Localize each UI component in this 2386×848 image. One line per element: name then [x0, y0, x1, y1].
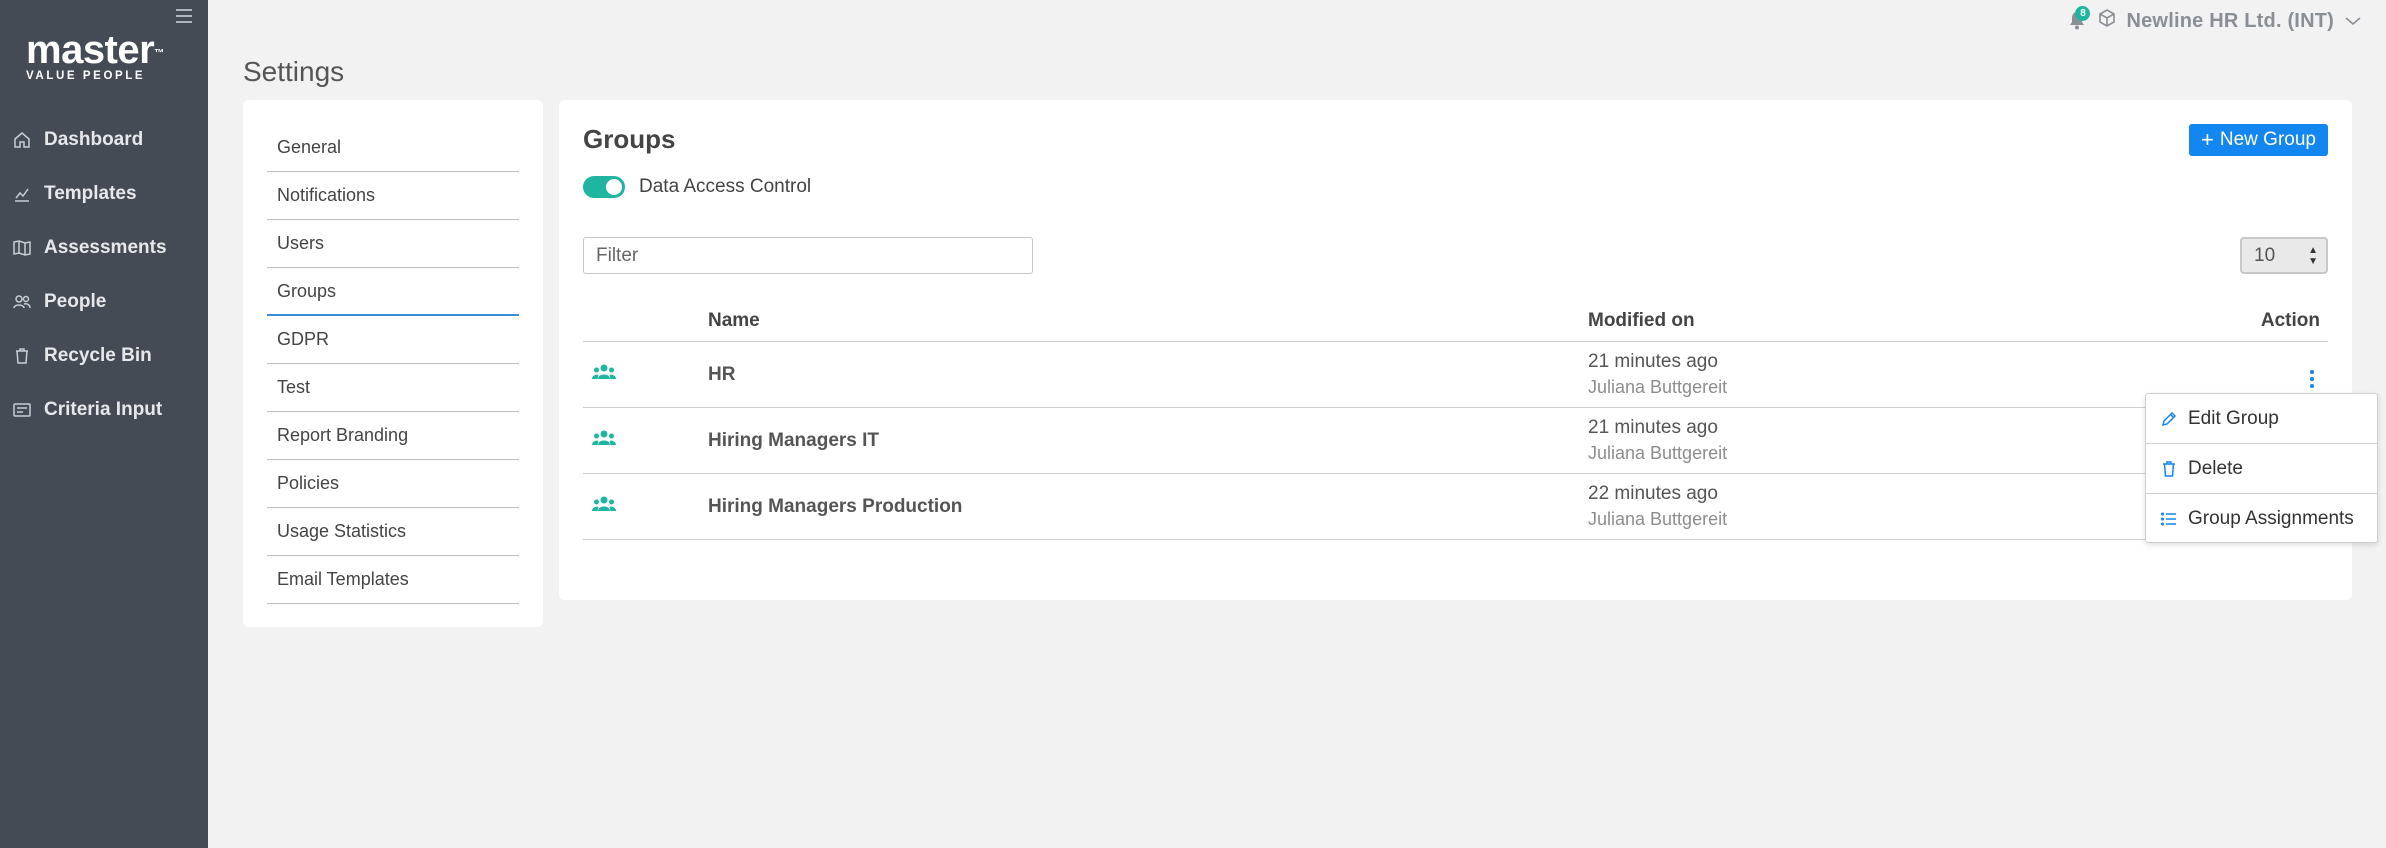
- nav-item-label: Assessments: [44, 237, 167, 258]
- select-arrows-icon: ▲ ▼: [2308, 245, 2318, 267]
- menu-item-delete[interactable]: Delete: [2146, 444, 2377, 494]
- menu-item-edit-group[interactable]: Edit Group: [2146, 394, 2377, 444]
- main-nav: Dashboard Templates Assessments People R…: [0, 113, 208, 437]
- settings-item-gdpr[interactable]: GDPR: [267, 316, 519, 364]
- data-access-control-label: Data Access Control: [639, 176, 812, 197]
- new-group-label: New Group: [2219, 129, 2316, 150]
- modified-cell: 22 minutes ago Juliana Buttgereit: [1588, 483, 2208, 530]
- table-header: Name Modified on Action: [583, 300, 2328, 342]
- list-icon: [2160, 510, 2178, 528]
- sidebar: master™ VALUE PEOPLE Dashboard Templates: [0, 0, 208, 848]
- group-icon: [583, 428, 708, 454]
- plus-icon: +: [2201, 127, 2214, 152]
- company-switcher[interactable]: Newline HR Ltd. (INT): [2126, 10, 2334, 33]
- table-row[interactable]: Hiring Managers IT 21 minutes ago Julian…: [583, 408, 2328, 474]
- pencil-icon: [2160, 410, 2178, 428]
- settings-item-usage-statistics[interactable]: Usage Statistics: [267, 508, 519, 556]
- nav-item-label: Criteria Input: [44, 399, 163, 420]
- trash-icon: [2160, 460, 2178, 478]
- logo[interactable]: master™ VALUE PEOPLE: [26, 30, 164, 82]
- book-icon: [12, 238, 32, 258]
- nav-item-label: Templates: [44, 183, 137, 204]
- menu-item-label: Delete: [2188, 457, 2243, 479]
- groups-card: Groups + New Group Data Access Control 1…: [559, 100, 2352, 600]
- notifications-button[interactable]: 8: [2068, 6, 2091, 32]
- nav-item-people[interactable]: People: [0, 275, 208, 329]
- modified-user: Juliana Buttgereit: [1588, 443, 1728, 463]
- modified-user: Juliana Buttgereit: [1588, 509, 1728, 529]
- action-cell: [2208, 358, 2328, 392]
- modified-cell: 21 minutes ago Juliana Buttgereit: [1588, 351, 2208, 398]
- logo-tagline: VALUE PEOPLE: [26, 70, 146, 82]
- settings-item-users[interactable]: Users: [267, 220, 519, 268]
- settings-item-general[interactable]: General: [267, 124, 519, 172]
- form-icon: [12, 400, 32, 420]
- new-group-button[interactable]: + New Group: [2189, 124, 2328, 156]
- filter-input[interactable]: [583, 237, 1033, 274]
- header-name[interactable]: Name: [708, 310, 1588, 332]
- settings-item-test[interactable]: Test: [267, 364, 519, 412]
- nav-item-label: Recycle Bin: [44, 345, 152, 366]
- app: master™ VALUE PEOPLE Dashboard Templates: [0, 0, 2386, 848]
- nav-item-dashboard[interactable]: Dashboard: [0, 113, 208, 167]
- home-icon: [12, 130, 32, 150]
- nav-item-label: Dashboard: [44, 129, 144, 150]
- logo-trademark: ™: [154, 48, 164, 59]
- company-icon: [2098, 9, 2116, 33]
- settings-item-groups[interactable]: Groups: [267, 268, 519, 316]
- table-row[interactable]: HR 21 minutes ago Juliana Buttgereit: [583, 342, 2328, 408]
- page-size-select[interactable]: 10 ▲ ▼: [2240, 237, 2328, 274]
- settings-item-email-templates[interactable]: Email Templates: [267, 556, 519, 604]
- nav-item-assessments[interactable]: Assessments: [0, 221, 208, 275]
- group-icon: [583, 362, 708, 388]
- data-access-control-toggle[interactable]: [583, 176, 625, 198]
- menu-item-label: Group Assignments: [2188, 508, 2354, 529]
- page-title: Settings: [243, 56, 345, 87]
- chart-icon: [12, 184, 32, 204]
- group-icon: [583, 494, 708, 520]
- modified-user: Juliana Buttgereit: [1588, 377, 1728, 397]
- groups-title: Groups: [583, 124, 676, 154]
- settings-item-notifications[interactable]: Notifications: [267, 172, 519, 220]
- header-action: Action: [2260, 309, 2320, 331]
- logo-wordmark: master: [26, 28, 155, 72]
- menu-toggle-icon[interactable]: [176, 6, 196, 26]
- chevron-down-icon[interactable]: [2344, 10, 2362, 33]
- modified-cell: 21 minutes ago Juliana Buttgereit: [1588, 417, 2208, 464]
- settings-nav-list: General Notifications Users Groups GDPR …: [267, 124, 519, 604]
- more-vertical-icon[interactable]: [2304, 366, 2320, 392]
- data-access-control-row: Data Access Control: [583, 176, 811, 198]
- groups-table: Name Modified on Action HR 21 minutes ag…: [583, 300, 2328, 540]
- nav-item-recycle-bin[interactable]: Recycle Bin: [0, 329, 208, 383]
- menu-item-group-assignments[interactable]: Group Assignments: [2146, 494, 2377, 544]
- nav-item-templates[interactable]: Templates: [0, 167, 208, 221]
- notification-count-badge: 8: [2075, 6, 2091, 21]
- modified-time: 21 minutes ago: [1588, 417, 1718, 438]
- settings-item-report-branding[interactable]: Report Branding: [267, 412, 519, 460]
- nav-item-criteria-input[interactable]: Criteria Input: [0, 383, 208, 437]
- group-name[interactable]: HR: [708, 364, 1588, 386]
- people-icon: [12, 292, 32, 312]
- trash-icon: [12, 346, 32, 366]
- nav-item-label: People: [44, 291, 107, 312]
- menu-item-label: Edit Group: [2188, 407, 2279, 429]
- settings-item-policies[interactable]: Policies: [267, 460, 519, 508]
- topbar: 8 Newline HR Ltd. (INT): [2068, 6, 2362, 34]
- table-row[interactable]: Hiring Managers Production 22 minutes ag…: [583, 474, 2328, 540]
- modified-time: 22 minutes ago: [1588, 483, 1718, 504]
- settings-nav-card: General Notifications Users Groups GDPR …: [243, 100, 543, 627]
- group-action-menu: Edit Group Delete Group Assignments: [2145, 393, 2378, 543]
- modified-time: 21 minutes ago: [1588, 351, 1718, 372]
- group-name[interactable]: Hiring Managers Production: [708, 496, 1588, 518]
- header-modified[interactable]: Modified on: [1588, 310, 2208, 332]
- group-name[interactable]: Hiring Managers IT: [708, 430, 1588, 452]
- page-size-value: 10: [2254, 244, 2276, 266]
